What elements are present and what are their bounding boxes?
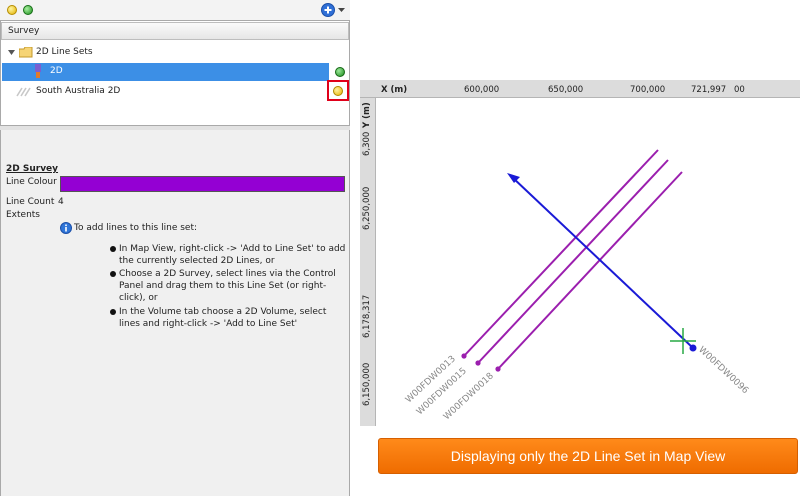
bullet-text: In the Volume tab choose a 2D Volume, se… <box>119 307 327 329</box>
folder-icon <box>19 47 33 58</box>
tree-item-label: South Australia 2D <box>36 86 121 96</box>
survey-tree: Survey 2D Line Sets 2D South Australia 2… <box>0 20 350 126</box>
x-tick-label: 600,000 <box>464 85 500 95</box>
tree-item-label: 2D <box>50 66 63 76</box>
y-tick-label: 6,150,000 <box>362 362 372 406</box>
green-status-icon[interactable] <box>23 5 33 15</box>
extents-label: Extents <box>6 210 41 220</box>
line-w00fdw0018 <box>497 171 683 370</box>
y-axis-label: Y (m) <box>362 102 372 128</box>
x-axis-ruler: X (m) 600,000 650,000 700,000 721,997 00 <box>360 80 800 98</box>
line-colour-label: Line Colour <box>6 177 57 187</box>
yellow-visibility-icon[interactable] <box>333 86 343 96</box>
bullet-text: In Map View, right-click -> 'Add to Line… <box>119 244 346 266</box>
line-colour-swatch[interactable] <box>60 176 345 192</box>
panel-toolbar <box>0 0 350 20</box>
yellow-status-icon[interactable] <box>7 5 17 15</box>
line-end-dot <box>495 366 501 372</box>
line-set-icon <box>35 64 41 78</box>
line-end-dot <box>475 360 481 366</box>
bullet-icon <box>110 271 116 277</box>
caption-banner: Displaying only the 2D Line Set in Map V… <box>378 438 798 474</box>
map-view[interactable]: Y (m) 6,300 6,250,000 6,178,317 6,150,00… <box>360 80 800 426</box>
line-end-dot <box>689 344 697 352</box>
line-count-value: 4 <box>58 197 64 207</box>
survey-icon <box>16 87 31 97</box>
line-count-label: Line Count <box>6 197 55 207</box>
x-tick-label: 721,997 <box>691 85 727 95</box>
tree-item-south-australia-2d[interactable]: South Australia 2D <box>2 83 329 101</box>
info-icon <box>60 222 72 234</box>
tree-item-2d-line-sets[interactable]: 2D Line Sets <box>2 44 329 62</box>
add-icon[interactable] <box>321 3 335 17</box>
line-w00fdw0015 <box>477 159 669 364</box>
line-w00fdw0096 <box>511 176 694 349</box>
properties-panel: 2D Survey Line Colour Line Count 4 Exten… <box>0 130 350 496</box>
bullet-icon <box>110 309 116 315</box>
y-tick-label: 6,250,000 <box>362 186 372 230</box>
bullet-item: In Map View, right-click -> 'Add to Line… <box>110 243 347 267</box>
y-axis-ruler: Y (m) 6,300 6,250,000 6,178,317 6,150,00… <box>360 80 376 426</box>
x-tick-label: 00 <box>734 85 745 95</box>
survey-panel: Survey 2D Line Sets 2D South Australia 2… <box>0 0 350 496</box>
bullet-icon <box>110 246 116 252</box>
tree-item-label: 2D Line Sets <box>36 47 93 57</box>
x-axis-label: X (m) <box>381 85 408 95</box>
tree-item-2d[interactable]: 2D <box>2 63 329 81</box>
green-visibility-icon[interactable] <box>335 67 345 77</box>
bullet-item: In the Volume tab choose a 2D Volume, se… <box>110 306 347 330</box>
y-tick-label: 6,178,317 <box>362 294 372 338</box>
line-w00fdw0013 <box>463 149 659 357</box>
chevron-down-icon[interactable] <box>338 8 345 13</box>
expand-arrow-icon[interactable] <box>8 50 15 56</box>
y-tick-label: 6,300 <box>362 131 372 156</box>
bullet-item: Choose a 2D Survey, select lines via the… <box>110 268 347 304</box>
survey-column-header[interactable]: Survey <box>1 22 349 40</box>
section-title: 2D Survey <box>6 164 59 174</box>
bullet-text: Choose a 2D Survey, select lines via the… <box>119 269 336 303</box>
x-tick-label: 700,000 <box>630 85 666 95</box>
survey-header-label: Survey <box>8 26 40 36</box>
line-end-dot <box>461 353 467 359</box>
x-tick-label: 650,000 <box>548 85 584 95</box>
info-text: To add lines to this line set: <box>74 223 197 233</box>
